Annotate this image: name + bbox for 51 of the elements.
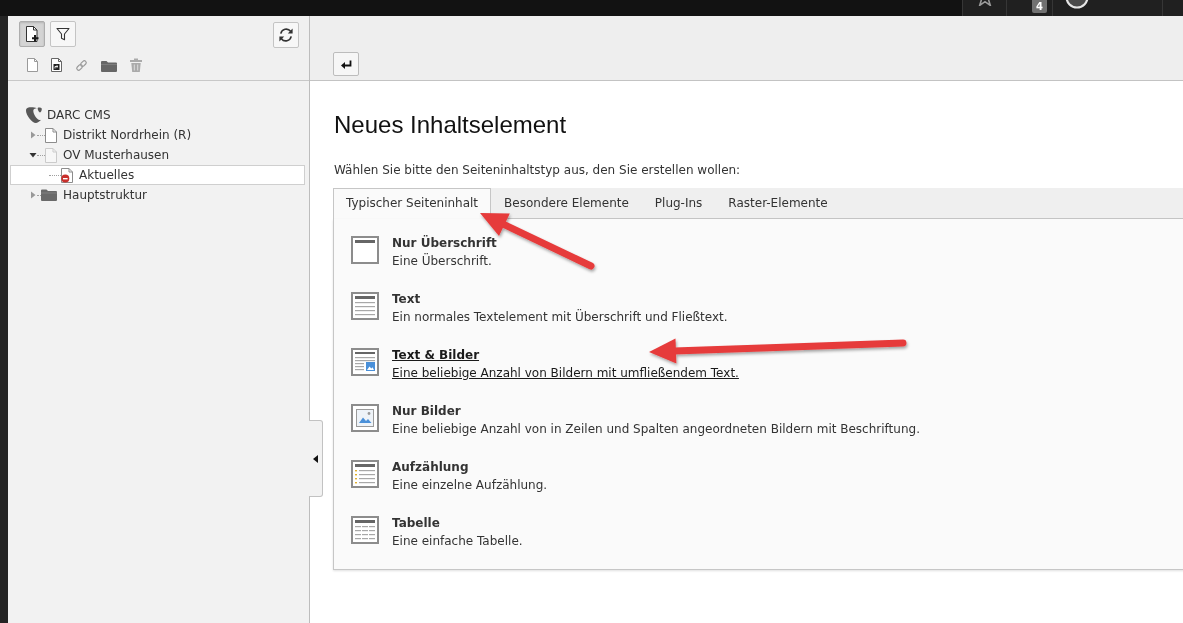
content-type-description[interactable]: Eine beliebige Anzahl von Bildern mit umfließendem Text.	[392, 364, 739, 382]
tab[interactable]: Raster-Elemente	[715, 188, 841, 219]
back-button[interactable]	[333, 52, 359, 76]
page-plus-icon	[25, 26, 39, 42]
tree-item[interactable]: OV Musterhausen	[10, 145, 305, 165]
folder-icon	[41, 189, 57, 201]
content-type-description[interactable]: Eine beliebige Anzahl von in Zeilen und Spalten angeordneten Bildern mit Beschriftung.	[392, 420, 920, 438]
avatar-icon	[1065, 0, 1089, 9]
text-image-icon	[351, 348, 379, 376]
return-arrow-icon	[340, 59, 352, 69]
content-type-title[interactable]: Aufzählung	[392, 458, 469, 476]
heading-block-icon	[351, 236, 379, 264]
content-type-title[interactable]: Tabelle	[392, 514, 440, 532]
content-type-description[interactable]: Ein normales Textelement mit Überschrift und Fließtext.	[392, 308, 728, 326]
topbar-button[interactable]	[962, 0, 1006, 16]
folder-icon[interactable]	[101, 61, 117, 72]
tree-item[interactable]: Hauptstruktur	[10, 185, 305, 205]
content-type-title[interactable]: Text	[392, 290, 421, 308]
user-button[interactable]	[1052, 0, 1162, 16]
page-title: Neues Inhaltselement	[334, 111, 567, 139]
topbar-button[interactable]: 4	[1006, 0, 1052, 16]
tab[interactable]: Plug-Ins	[641, 188, 716, 219]
caret-left-icon	[313, 454, 318, 463]
collapse-handle[interactable]	[309, 420, 323, 497]
refresh-button[interactable]	[273, 22, 299, 48]
page-icon[interactable]	[27, 58, 38, 72]
expand-caret-icon[interactable]	[29, 151, 37, 159]
filter-button[interactable]	[50, 21, 76, 47]
new-page-button[interactable]	[19, 21, 45, 47]
tab[interactable]: Typischer Seiteninhalt	[333, 188, 492, 219]
intro-text: Wählen Sie bitte den Seiteninhaltstyp aus, den Sie erstellen wollen:	[334, 162, 741, 178]
content-type-description[interactable]: Eine Überschrift.	[392, 252, 492, 270]
site-logo-icon	[25, 107, 42, 123]
tab[interactable]: Besondere Elemente	[491, 188, 642, 219]
content-type-description[interactable]: Eine einfache Tabelle.	[392, 532, 523, 550]
content-type-description[interactable]: Eine einzelne Aufzählung.	[392, 476, 548, 494]
image-icon	[351, 404, 379, 432]
text-block-icon	[351, 292, 379, 320]
page-arrow-icon[interactable]	[51, 58, 62, 72]
tree-item[interactable]: DARC CMS	[10, 105, 305, 125]
count-badge: 4	[1032, 0, 1047, 13]
content-type-title[interactable]: Nur Bilder	[392, 402, 461, 420]
page-icon	[45, 127, 57, 143]
refresh-icon	[278, 27, 294, 43]
tree-item[interactable]: Aktuelles	[10, 165, 305, 185]
filter-icon	[56, 27, 70, 41]
table-icon	[351, 516, 379, 544]
content-type-title[interactable]: Text & Bilder	[392, 346, 480, 364]
content-type-title[interactable]: Nur Überschrift	[392, 234, 497, 252]
bullet-list-icon	[351, 460, 379, 488]
tree-item[interactable]: Distrikt Nordrhein (R)	[10, 125, 305, 145]
